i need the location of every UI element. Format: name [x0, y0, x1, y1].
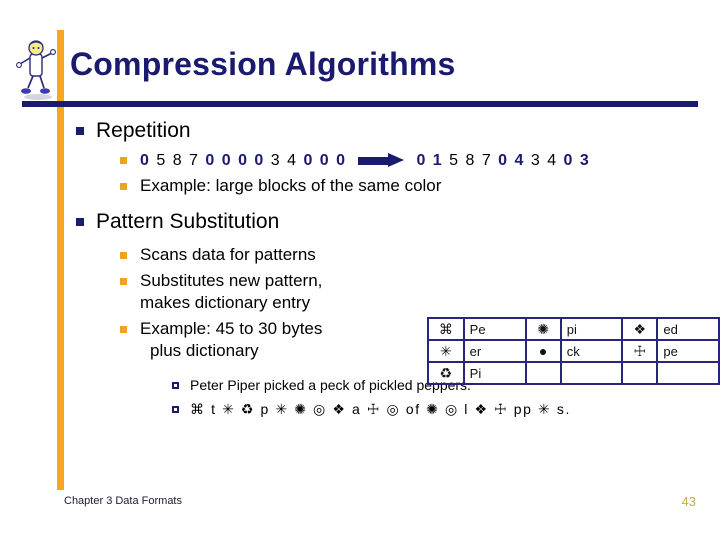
bullet-sequence: 0 5 8 7 0 0 0 0 3 4 0 0 0 0 1 5 8 7 0 4 … — [114, 149, 712, 172]
dictionary-entry-text: Pi — [464, 362, 526, 384]
sequence-digit: 4 — [287, 152, 303, 169]
bullet-repetition: Repetition — [72, 118, 712, 145]
sequence-digit: 7 — [189, 152, 205, 169]
sequence-digit: 0 — [416, 152, 432, 169]
table-row: ⌘Pe✺pi❖ed — [428, 318, 719, 340]
bullet-substitutes-pattern: Substitutes new pattern, makes dictionar… — [114, 270, 712, 314]
bullet-scans-data: Scans data for patterns — [114, 244, 712, 266]
bullet-repetition-example-label: Example: large blocks of the same color — [140, 176, 441, 195]
dictionary-entry-text: ed — [657, 318, 719, 340]
sequence-digit: 0 — [205, 152, 221, 169]
cross-of-jerusalem-icon: ☩ — [622, 340, 657, 362]
title-divider — [22, 101, 698, 107]
dictionary-entry-text: pi — [561, 318, 622, 340]
dictionary-entry-text — [561, 362, 622, 384]
sequence-digit: 0 — [320, 152, 336, 169]
sequence-after-compression: 0 1 5 8 7 0 4 3 4 0 3 — [416, 152, 590, 169]
bullet-pattern-substitution-label: Pattern Substitution — [96, 210, 279, 233]
sequence-digit: 3 — [271, 152, 287, 169]
sequence-digit: 5 — [156, 152, 172, 169]
sequence-digit: 0 — [303, 152, 319, 169]
sequence-digit: 7 — [482, 152, 498, 169]
sequence-digit: 1 — [433, 152, 449, 169]
table-row: ✳er●ck☩pe — [428, 340, 719, 362]
sequence-digit: 8 — [465, 152, 481, 169]
dictionary-entry-text: ck — [561, 340, 622, 362]
stick-figure-person-clipart — [14, 36, 58, 102]
bullet-marker-orange — [120, 157, 127, 164]
sequence-digit: 0 — [238, 152, 254, 169]
place-of-interest-icon: ⌘ — [428, 318, 464, 340]
page-title: Compression Algorithms — [70, 46, 455, 83]
dictionary-table: ⌘Pe✺pi❖ed✳er●ck☩pe♻Pi — [427, 317, 720, 385]
example-encoded-sentence-label: ⌘ t ✳ ♻ p ✳ ✺ ◎ ❖ a ☩ ◎ of ✺ ◎ l ❖ ☩ pp … — [190, 401, 571, 417]
slide-canvas: Compression Algorithms Repetition 0 5 8 … — [0, 0, 720, 540]
sequence-digit: 3 — [531, 152, 547, 169]
right-arrow-icon — [358, 154, 404, 165]
footer-text: Chapter 3 Data Formats — [64, 495, 182, 507]
dictionary-entry-text: Pe — [464, 318, 526, 340]
sequence-digit: 0 — [222, 152, 238, 169]
slide-number: 43 — [682, 494, 696, 509]
filled-circle-icon: ● — [526, 340, 561, 362]
sequence-digit: 0 — [336, 152, 346, 169]
compression-sequence: 0 5 8 7 0 0 0 0 3 4 0 0 0 0 1 5 8 7 0 4 … — [140, 152, 590, 169]
empty-cell — [526, 362, 561, 384]
bullet-marker-orange — [120, 278, 127, 285]
bullet-marker-navy — [76, 127, 84, 135]
bullet-example-bytes-line1: Example: 45 to 30 bytes — [140, 319, 322, 338]
sequence-digit: 0 — [498, 152, 514, 169]
bullet-marker-orange — [120, 183, 127, 190]
sequence-digit: 4 — [515, 152, 531, 169]
dictionary-entry-text — [657, 362, 719, 384]
bullet-marker-hollow-square — [172, 382, 179, 389]
bullet-repetition-example: Example: large blocks of the same color — [114, 175, 712, 197]
example-encoded-sentence: ⌘ t ✳ ♻ p ✳ ✺ ◎ ❖ a ☩ ◎ of ✺ ◎ l ❖ ☩ pp … — [168, 400, 712, 419]
four-diamond-cluster-icon: ❖ — [622, 318, 657, 340]
bullet-marker-orange — [120, 326, 127, 333]
sequence-digit: 0 — [140, 152, 156, 169]
bullet-repetition-label: Repetition — [96, 119, 191, 142]
bullet-marker-navy — [76, 218, 84, 226]
accent-vertical-bar — [57, 30, 64, 490]
table-row: ♻Pi — [428, 362, 719, 384]
bullet-substitutes-pattern-line2: makes dictionary entry — [140, 293, 310, 312]
recycling-circle-icon: ♻ — [428, 362, 464, 384]
bullet-marker-hollow-square — [172, 406, 179, 413]
sequence-digit: 0 — [254, 152, 270, 169]
sequence-digit: 4 — [547, 152, 563, 169]
sequence-digit: 5 — [449, 152, 465, 169]
dictionary-entry-text: er — [464, 340, 526, 362]
sequence-digit: 8 — [173, 152, 189, 169]
bullet-pattern-substitution: Pattern Substitution — [72, 209, 712, 236]
sequence-digit: 0 — [564, 152, 580, 169]
sixteen-pointed-asterisk-icon: ✺ — [526, 318, 561, 340]
empty-cell — [622, 362, 657, 384]
bullet-scans-data-label: Scans data for patterns — [140, 245, 316, 264]
bullet-marker-orange — [120, 252, 127, 259]
sequence-digit: 3 — [580, 152, 590, 169]
bullet-example-bytes-line2: plus dictionary — [140, 341, 259, 360]
eight-spoked-asterisk-icon: ✳ — [428, 340, 464, 362]
sequence-before-compression: 0 5 8 7 0 0 0 0 3 4 0 0 0 — [140, 152, 347, 169]
bullet-substitutes-pattern-line1: Substitutes new pattern, — [140, 271, 322, 290]
dictionary-entry-text: pe — [657, 340, 719, 362]
